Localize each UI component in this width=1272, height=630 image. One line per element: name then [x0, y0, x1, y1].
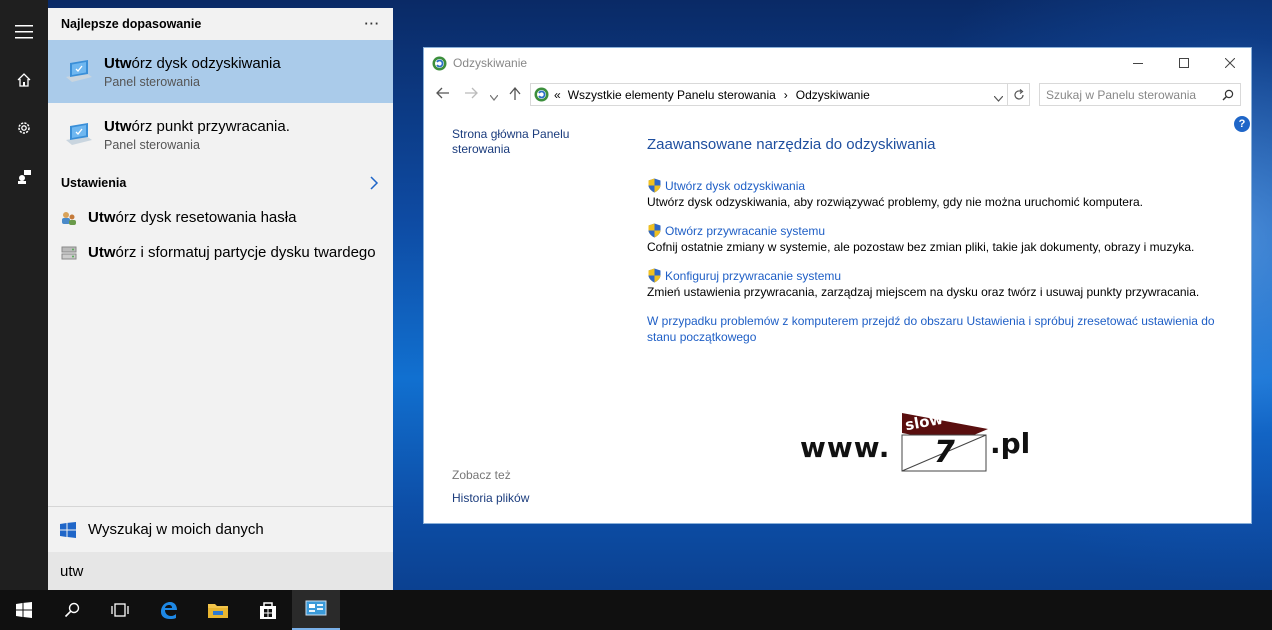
recent-locations-chevron-icon[interactable]	[489, 89, 499, 105]
best-match-item[interactable]: Utwórz dysk odzyskiwania Panel sterowani…	[48, 40, 393, 103]
up-arrow-icon[interactable]	[509, 86, 521, 104]
tool-create-recovery-drive: Utwórz dysk odzyskiwania Utwórz dysk odz…	[647, 178, 1227, 209]
settings-section-header[interactable]: Ustawienia	[48, 166, 393, 200]
edge-icon[interactable]	[144, 590, 192, 630]
settings-item-password-reset-disk[interactable]: Utwórz dysk resetowania hasła	[48, 200, 393, 235]
breadcrumb-overflow[interactable]: «	[554, 88, 561, 102]
search-query-input[interactable]: utw	[48, 552, 393, 590]
home-icon[interactable]	[0, 56, 48, 104]
windows-start-icon[interactable]	[0, 590, 48, 630]
windows-logo-icon	[60, 521, 76, 538]
search-results-pane: Najlepsze dopasowanie ··· Utwórz dysk od…	[48, 8, 393, 590]
file-history-link[interactable]: Historia plików	[452, 491, 529, 505]
users-key-icon	[62, 211, 76, 225]
create-recovery-drive-desc: Utwórz dysk odzyskiwania, aby rozwiązywa…	[647, 195, 1143, 209]
app-result-title: Utwórz punkt przywracania.	[104, 117, 290, 135]
watermark-www: www.	[800, 431, 891, 464]
store-icon[interactable]	[244, 590, 292, 630]
more-options-icon[interactable]: ···	[365, 17, 381, 31]
best-match-heading: Najlepsze dopasowanie	[61, 17, 202, 31]
maximize-button[interactable]	[1161, 48, 1207, 78]
page-heading: Zaawansowane narzędzia do odzyskiwania	[647, 136, 936, 153]
configure-system-restore-link[interactable]: Konfiguruj przywracanie systemu	[647, 268, 1227, 283]
user-feedback-icon[interactable]	[0, 152, 48, 200]
close-button[interactable]	[1207, 48, 1253, 78]
window-title: Odzyskiwanie	[453, 56, 528, 70]
control-panel-home-link[interactable]: Strona główna Panelu sterowania	[452, 127, 582, 157]
control-panel-icon	[534, 87, 549, 102]
address-bar[interactable]: « Wszystkie elementy Panelu sterowania ›…	[530, 83, 1030, 106]
search-query-text[interactable]: utw	[60, 563, 83, 580]
reset-pc-link[interactable]: W przypadku problemów z komputerem przej…	[647, 313, 1227, 345]
tool-configure-system-restore: Konfiguruj przywracanie systemu Zmień us…	[647, 268, 1227, 299]
create-recovery-drive-link[interactable]: Utwórz dysk odzyskiwania	[647, 178, 1227, 193]
address-dropdown-icon[interactable]	[993, 91, 1004, 105]
recovery-app-icon	[432, 56, 447, 71]
gear-icon[interactable]	[0, 104, 48, 152]
search-icon[interactable]	[1222, 89, 1234, 101]
file-explorer-icon[interactable]	[194, 590, 242, 630]
configure-system-restore-desc: Zmień ustawienia przywracania, zarządzaj…	[647, 285, 1200, 299]
control-panel-taskbar-icon[interactable]	[292, 590, 340, 630]
disk-management-icon	[61, 246, 77, 259]
open-system-restore-link[interactable]: Otwórz przywracanie systemu	[647, 223, 1227, 238]
hamburger-icon[interactable]	[0, 8, 48, 56]
uac-shield-icon	[648, 223, 661, 238]
search-placeholder[interactable]: Szukaj w Panelu sterowania	[1046, 88, 1196, 102]
search-my-stuff[interactable]: Wyszukaj w moich danych	[48, 506, 393, 552]
uac-shield-icon	[648, 268, 661, 283]
see-also-label: Zobacz też	[452, 468, 511, 482]
tool-open-system-restore: Otwórz przywracanie systemu Cofnij ostat…	[647, 223, 1227, 254]
control-panel-search[interactable]: Szukaj w Panelu sterowania	[1039, 83, 1241, 106]
slow7-watermark-logo: www. slow 7 .pl	[800, 410, 1040, 477]
chevron-right-icon	[370, 176, 379, 190]
task-view-icon[interactable]	[96, 590, 144, 630]
best-match-header: Najlepsze dopasowanie ···	[48, 8, 393, 40]
left-navigation: Strona główna Panelu sterowania	[452, 127, 582, 157]
watermark-pl: .pl	[990, 427, 1031, 460]
uac-shield-icon	[648, 178, 661, 193]
watermark-seven: 7	[934, 435, 955, 470]
app-result-restore-point[interactable]: Utwórz punkt przywracania. Panel sterowa…	[48, 103, 393, 166]
recovery-window: Odzyskiwanie « Wszystkie elementy Panelu…	[423, 47, 1252, 524]
breadcrumb-separator[interactable]: ›	[784, 88, 788, 102]
minimize-button[interactable]	[1115, 48, 1161, 78]
navigation-bar: « Wszystkie elementy Panelu sterowania ›…	[424, 78, 1251, 112]
app-result-subtitle: Panel sterowania	[104, 137, 200, 152]
refresh-icon[interactable]	[1007, 84, 1029, 105]
start-menu-rail	[0, 0, 48, 590]
open-system-restore-desc: Cofnij ostatnie zmiany w systemie, ale p…	[647, 240, 1195, 254]
recovery-drive-icon	[66, 59, 92, 82]
back-arrow-icon[interactable]	[436, 87, 450, 103]
settings-item-format-partitions[interactable]: Utwórz i sformatuj partycje dysku twarde…	[48, 235, 393, 270]
best-match-title: Utwórz dysk odzyskiwania	[104, 54, 281, 72]
title-bar[interactable]: Odzyskiwanie	[424, 48, 1251, 78]
search-icon[interactable]	[48, 590, 96, 630]
restore-point-icon	[66, 122, 92, 145]
best-match-subtitle: Panel sterowania	[104, 74, 200, 89]
recovery-content: Zaawansowane narzędzia do odzyskiwania U…	[647, 136, 1227, 345]
breadcrumb-all-items[interactable]: Wszystkie elementy Panelu sterowania	[568, 88, 776, 102]
taskbar	[0, 590, 1272, 630]
forward-arrow-icon[interactable]	[464, 87, 478, 103]
settings-heading: Ustawienia	[61, 176, 127, 190]
breadcrumb-recovery[interactable]: Odzyskiwanie	[796, 88, 870, 102]
help-icon[interactable]: ?	[1234, 116, 1250, 132]
search-my-stuff-label: Wyszukaj w moich danych	[88, 521, 264, 538]
